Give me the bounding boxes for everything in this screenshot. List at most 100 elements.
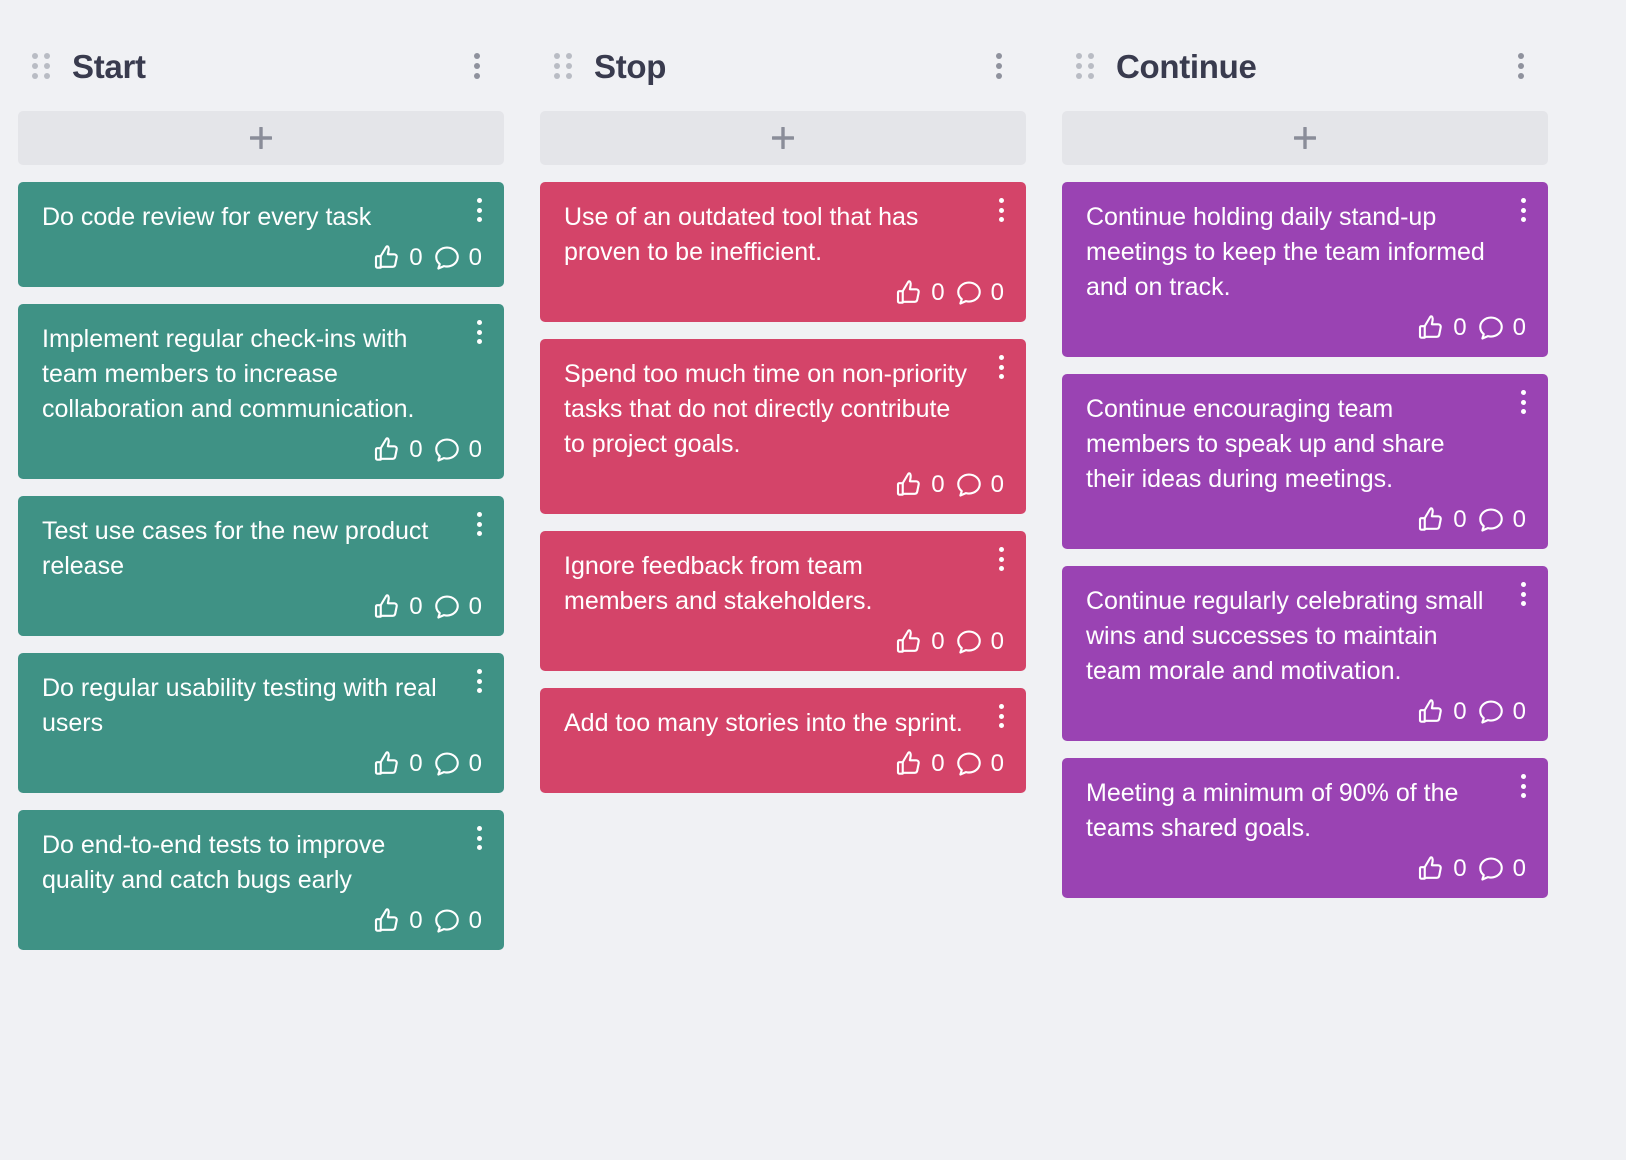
thumbs-up-icon — [1419, 507, 1443, 531]
comment-control[interactable]: 0 — [432, 749, 482, 779]
plus-icon — [1294, 127, 1316, 149]
like-control[interactable]: 0 — [894, 470, 945, 500]
drag-handle-icon[interactable] — [554, 53, 572, 79]
add-card-button[interactable] — [1062, 111, 1548, 165]
comment-control[interactable]: 0 — [1476, 854, 1526, 884]
card-menu-icon[interactable] — [992, 196, 1010, 224]
card-menu-icon[interactable] — [470, 824, 488, 852]
card-text: Continue holding daily stand-up meetings… — [1086, 203, 1492, 301]
card-menu-icon[interactable] — [992, 545, 1010, 573]
card-menu-icon[interactable] — [470, 196, 488, 224]
thumbs-up-icon — [1419, 699, 1443, 723]
comment-count: 0 — [990, 279, 1004, 306]
like-control[interactable]: 0 — [1416, 505, 1467, 535]
card[interactable]: Continue encouraging team members to spe… — [1062, 374, 1548, 549]
column-menu-icon[interactable] — [1508, 51, 1534, 81]
card[interactable]: Continue holding daily stand-up meetings… — [1062, 182, 1548, 357]
drag-handle-icon[interactable] — [1076, 53, 1094, 79]
card[interactable]: Add too many stories into the sprint. 0 0 — [540, 688, 1026, 793]
card-menu-icon[interactable] — [470, 318, 488, 346]
column-header: Start — [18, 30, 504, 102]
card[interactable]: Ignore feedback from team members and st… — [540, 531, 1026, 671]
card[interactable]: Continue regularly celebrating small win… — [1062, 566, 1548, 741]
comment-bubble-icon — [956, 281, 981, 305]
card-text: Use of an outdated tool that has proven … — [564, 203, 926, 266]
comment-bubble-icon — [1478, 857, 1503, 881]
card[interactable]: Do end-to-end tests to improve quality a… — [18, 810, 504, 950]
card-text: Add too many stories into the sprint. — [564, 709, 963, 737]
column-menu-icon[interactable] — [464, 51, 490, 81]
like-control[interactable]: 0 — [894, 749, 945, 779]
like-control[interactable]: 0 — [894, 627, 945, 657]
card-menu-icon[interactable] — [1514, 580, 1532, 608]
comment-control[interactable]: 0 — [954, 749, 1004, 779]
like-count: 0 — [931, 750, 945, 777]
column-title: Stop — [594, 47, 667, 85]
card-menu-icon[interactable] — [1514, 196, 1532, 224]
thumbs-up-icon — [897, 280, 921, 304]
add-card-button[interactable] — [540, 111, 1026, 165]
comment-control[interactable]: 0 — [1476, 313, 1526, 343]
like-control[interactable]: 0 — [1416, 697, 1467, 727]
like-control[interactable]: 0 — [1416, 313, 1467, 343]
like-control[interactable]: 0 — [1416, 854, 1467, 884]
comment-count: 0 — [990, 628, 1004, 655]
comment-bubble-icon — [434, 752, 459, 776]
card[interactable]: Spend too much time on non-priority task… — [540, 339, 1026, 514]
comment-bubble-icon — [434, 909, 459, 933]
column-menu-icon[interactable] — [986, 51, 1012, 81]
card-menu-icon[interactable] — [992, 353, 1010, 381]
comment-control[interactable]: 0 — [432, 906, 482, 936]
comment-control[interactable]: 0 — [432, 592, 482, 622]
card-text: Continue encouraging team members to spe… — [1086, 395, 1452, 493]
comment-control[interactable]: 0 — [1476, 697, 1526, 727]
card[interactable]: Do code review for every task 0 0 — [18, 182, 504, 287]
like-count: 0 — [409, 244, 423, 271]
comment-control[interactable]: 0 — [954, 470, 1004, 500]
like-count: 0 — [1453, 506, 1467, 533]
comment-control[interactable]: 0 — [1476, 505, 1526, 535]
comment-count: 0 — [1512, 314, 1526, 341]
card[interactable]: Do regular usability testing with real u… — [18, 653, 504, 793]
retrospective-board: Start Do code review for every task 0 0 Impl… — [0, 0, 1626, 1160]
column-header: Stop — [540, 30, 1026, 102]
like-control[interactable]: 0 — [372, 435, 423, 465]
card-list: Use of an outdated tool that has proven … — [540, 182, 1026, 793]
like-count: 0 — [1453, 855, 1467, 882]
card-menu-icon[interactable] — [470, 510, 488, 538]
like-control[interactable]: 0 — [372, 592, 423, 622]
comment-control[interactable]: 0 — [432, 435, 482, 465]
card-footer: 00 — [42, 747, 482, 781]
comment-control[interactable]: 0 — [954, 627, 1004, 657]
thumbs-up-icon — [897, 629, 921, 653]
add-card-button[interactable] — [18, 111, 504, 165]
like-count: 0 — [409, 593, 423, 620]
card[interactable]: Meeting a minimum of 90% of the teams sh… — [1062, 758, 1548, 898]
comment-control[interactable]: 0 — [954, 278, 1004, 308]
card-footer: 00 — [42, 241, 482, 275]
like-control[interactable]: 0 — [372, 243, 423, 273]
thumbs-up-icon — [375, 751, 399, 775]
drag-handle-icon[interactable] — [32, 53, 50, 79]
column-continue: Continue Continue holding daily stand-up … — [1044, 30, 1566, 898]
card-text: Test use cases for the new product relea… — [42, 517, 436, 580]
comment-control[interactable]: 0 — [432, 243, 482, 273]
card-footer: 00 — [564, 276, 1004, 310]
card-menu-icon[interactable] — [1514, 772, 1532, 800]
card-menu-icon[interactable] — [470, 667, 488, 695]
card-footer: 00 — [564, 468, 1004, 502]
card-menu-icon[interactable] — [992, 702, 1010, 730]
card[interactable]: Implement regular check-ins with team me… — [18, 304, 504, 479]
card-menu-icon[interactable] — [1514, 388, 1532, 416]
card[interactable]: Test use cases for the new product relea… — [18, 496, 504, 636]
like-control[interactable]: 0 — [372, 906, 423, 936]
card-footer: 00 — [1086, 311, 1526, 345]
like-control[interactable]: 0 — [372, 749, 423, 779]
comment-bubble-icon — [956, 473, 981, 497]
card-footer: 00 — [564, 625, 1004, 659]
comment-count: 0 — [468, 907, 482, 934]
card[interactable]: Use of an outdated tool that has proven … — [540, 182, 1026, 322]
card-footer: 00 — [42, 433, 482, 467]
like-control[interactable]: 0 — [894, 278, 945, 308]
comment-bubble-icon — [1478, 508, 1503, 532]
